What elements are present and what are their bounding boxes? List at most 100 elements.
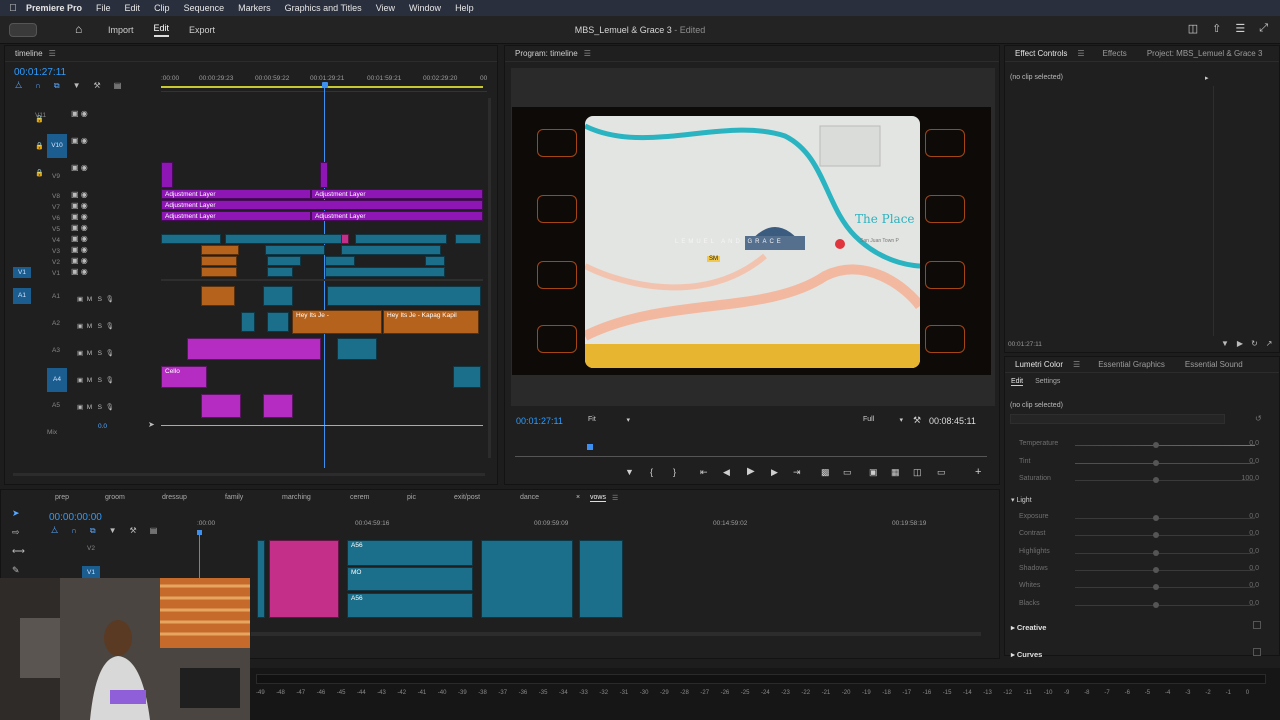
- app-name[interactable]: Premiere Pro: [26, 3, 82, 13]
- tab-lumetri-color[interactable]: Lumetri Color: [1005, 360, 1073, 369]
- track-select-icon[interactable]: ⇨: [12, 523, 25, 542]
- loop-icon[interactable]: ↻: [1251, 339, 1258, 348]
- sequence-clip[interactable]: [481, 540, 573, 618]
- slider-whites[interactable]: Whites 0.0: [1019, 582, 1259, 594]
- keyframe-divider[interactable]: [1213, 86, 1214, 336]
- timeline-panel-title[interactable]: timeline: [15, 49, 43, 58]
- sequence-clip[interactable]: [257, 540, 265, 618]
- adjustment-layer-clip[interactable]: Adjustment Layer: [311, 189, 483, 199]
- export-icon[interactable]: ↗: [1266, 339, 1273, 348]
- video-frame[interactable]: LEMUEL AND GRACE The Place San Juan Town…: [512, 107, 991, 375]
- lock-icon[interactable]: 🔒: [35, 168, 44, 190]
- tab-family[interactable]: family: [225, 494, 282, 502]
- slider-shadows[interactable]: Shadows 0.0: [1019, 565, 1259, 577]
- menu-window[interactable]: Window: [409, 3, 441, 13]
- insert-sequence-icon[interactable]: ⧊: [51, 526, 58, 536]
- track-label-v2[interactable]: V2: [52, 259, 60, 266]
- workspace-toggle[interactable]: [9, 22, 37, 37]
- extract-icon[interactable]: ▭: [843, 467, 852, 478]
- tab-essential-graphics[interactable]: Essential Graphics: [1088, 360, 1175, 369]
- menu-markers[interactable]: Markers: [238, 3, 271, 13]
- timeline-clip[interactable]: [425, 256, 445, 266]
- resolution-dropdown[interactable]: Full ▾: [863, 416, 903, 424]
- timeline-clip[interactable]: [267, 267, 293, 277]
- source-patch-v1[interactable]: V1: [13, 267, 31, 278]
- slider-contrast[interactable]: Contrast 0.0: [1019, 530, 1259, 542]
- compare-icon[interactable]: ▦: [891, 467, 900, 478]
- mark-out-icon[interactable]: }: [673, 467, 676, 477]
- audio-clip[interactable]: [337, 338, 377, 360]
- slider-highlights[interactable]: Highlights 0.0: [1019, 548, 1259, 560]
- reset-icon[interactable]: ↺: [1255, 414, 1262, 423]
- fullscreen-icon[interactable]: ⤢: [1259, 22, 1268, 35]
- lift-icon[interactable]: ▩: [821, 467, 830, 478]
- sequence-clip-mo[interactable]: MO: [347, 567, 473, 591]
- track-label-v3[interactable]: V3: [52, 248, 60, 255]
- audio-clip[interactable]: [201, 394, 241, 418]
- tab-pic[interactable]: pic: [407, 494, 454, 502]
- go-to-in-icon[interactable]: ⇤: [700, 467, 708, 478]
- expand-arrow-icon[interactable]: ▸: [1205, 74, 1209, 82]
- tab-cerem[interactable]: cerem: [350, 494, 407, 502]
- slider-saturation[interactable]: Saturation 100.0: [1019, 475, 1259, 487]
- marker-icon[interactable]: ▼: [109, 526, 117, 536]
- linked-selection-icon[interactable]: ⧉: [90, 526, 96, 536]
- light-section-toggle[interactable]: ▾ Light: [1011, 496, 1032, 504]
- timeline-timecode[interactable]: 00:01:27:11: [14, 67, 66, 78]
- snap-icon[interactable]: ∩: [71, 526, 77, 536]
- insert-sequence-icon[interactable]: ⧊: [15, 81, 22, 91]
- menu-icon[interactable]: ☰: [1235, 22, 1245, 35]
- track-label-a2[interactable]: A2: [52, 320, 60, 327]
- curves-section-toggle[interactable]: ▸ Curves: [1011, 650, 1042, 659]
- sequence-audio-clip[interactable]: A56: [347, 593, 473, 618]
- audio-clip[interactable]: [327, 286, 481, 306]
- nav-export[interactable]: Export: [189, 25, 215, 35]
- timeline-clip[interactable]: [325, 256, 355, 266]
- linked-selection-icon[interactable]: ⧉: [54, 81, 60, 91]
- timeline-clip[interactable]: [201, 267, 237, 277]
- panel-menu-icon[interactable]: ☰: [49, 49, 56, 58]
- audio-clip[interactable]: [453, 366, 481, 388]
- vertical-scrollbar[interactable]: [488, 98, 491, 458]
- panel-menu-icon[interactable]: ☰: [1073, 360, 1080, 369]
- tab-dressup[interactable]: dressup: [162, 494, 225, 502]
- track-label-v8[interactable]: V8: [52, 193, 60, 200]
- menu-clip[interactable]: Clip: [154, 3, 170, 13]
- track-label-a3[interactable]: A3: [52, 347, 60, 354]
- tab-essential-sound[interactable]: Essential Sound: [1175, 360, 1253, 369]
- tab-dance[interactable]: dance: [520, 494, 576, 502]
- proxy-icon[interactable]: ◫: [913, 467, 922, 478]
- workspaces-icon[interactable]: ◫: [1188, 22, 1198, 35]
- timeline-clip[interactable]: [201, 245, 239, 255]
- timeline-clip[interactable]: [355, 234, 447, 244]
- sequence-clip-a56[interactable]: A56: [347, 540, 473, 566]
- track-label-v10[interactable]: V10: [47, 134, 67, 158]
- play-icon[interactable]: ▶: [747, 466, 755, 477]
- play-only-audio-icon[interactable]: ▶: [1237, 339, 1243, 348]
- step-back-icon[interactable]: ◀: [723, 467, 730, 478]
- home-icon[interactable]: ⌂: [75, 23, 88, 36]
- panel-menu-icon[interactable]: ☰: [1077, 49, 1084, 58]
- horizontal-scrollbar[interactable]: [13, 473, 485, 476]
- audio-clip[interactable]: [187, 338, 321, 360]
- captions-icon[interactable]: ▤: [114, 81, 122, 91]
- wrench-icon[interactable]: ⚒: [94, 81, 101, 91]
- track-label-v4[interactable]: V4: [52, 237, 60, 244]
- sequence-clip[interactable]: [579, 540, 623, 618]
- scrubber-track[interactable]: [515, 456, 987, 457]
- track-label-v6[interactable]: V6: [52, 215, 60, 222]
- timeline-clip[interactable]: [225, 234, 343, 244]
- lock-icon[interactable]: 🔒: [35, 141, 44, 168]
- tab-exit-post[interactable]: exit/post: [454, 494, 520, 502]
- audio-clip[interactable]: [201, 286, 235, 306]
- nav-import[interactable]: Import: [108, 25, 134, 35]
- track-label-a5[interactable]: A5: [52, 402, 60, 409]
- fit-dropdown[interactable]: Fit ▾: [588, 416, 630, 424]
- slider-tint[interactable]: Tint 0.0: [1019, 458, 1259, 470]
- add-button-icon[interactable]: +: [975, 466, 981, 478]
- slider-blacks[interactable]: Blacks 0.0: [1019, 600, 1259, 612]
- export-frame-icon[interactable]: ▣: [869, 467, 878, 478]
- tab-marching[interactable]: marching: [282, 494, 350, 502]
- timeline-clip[interactable]: [161, 234, 221, 244]
- nav-edit[interactable]: Edit: [153, 23, 170, 37]
